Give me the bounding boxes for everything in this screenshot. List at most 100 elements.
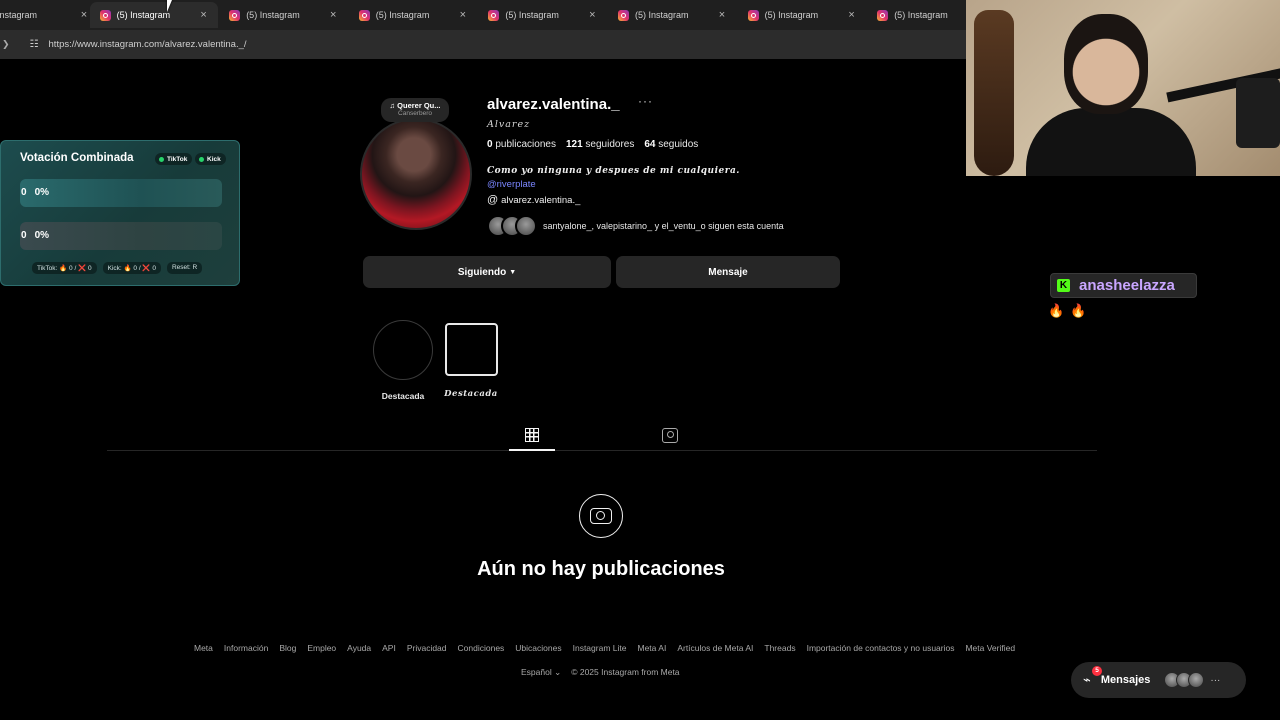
url-text[interactable]: https://www.instagram.com/alvarez.valent…	[49, 39, 247, 50]
status-dot-icon	[199, 156, 204, 162]
footer-link[interactable]: Privacidad	[407, 643, 447, 653]
footer-link[interactable]: Meta Verified	[965, 643, 1015, 653]
following-button[interactable]: Siguiendo ▼	[363, 256, 611, 288]
kick-stats: Kick: 🔥 0 / ❌ 0	[102, 262, 161, 274]
note-title: Querer Qu...	[397, 101, 441, 110]
followers-stat[interactable]: 121 seguidores	[566, 139, 634, 150]
footer-link[interactable]: Condiciones	[458, 643, 505, 653]
browser-tab[interactable]: (5) Instagram ×	[478, 2, 606, 28]
followed-by[interactable]: santyalone_, valepistarino_ y el_ventu_o…	[487, 215, 784, 237]
footer-link[interactable]: Meta	[194, 643, 213, 653]
browser-tab[interactable]: (5) Instagram ×	[349, 2, 477, 28]
language-selector[interactable]: Español ⌄	[521, 667, 561, 678]
active-tab-indicator	[509, 449, 555, 451]
browser-tab-bar: Instagram × (5) Instagram × (5) Instagram × (5…	[0, 0, 984, 30]
address-bar[interactable]: ❯ ☷ https://www.instagram.com/alvarez.va…	[0, 30, 966, 59]
following-stat[interactable]: 64 seguidos	[644, 139, 698, 150]
profile-avatar[interactable]	[360, 118, 472, 230]
footer-link[interactable]: Empleo	[307, 643, 336, 653]
tiktok-stats: TikTok: 🔥 0 / ❌ 0	[32, 262, 97, 274]
tab-title: (5) Instagram	[375, 10, 430, 20]
footer-link[interactable]: Instagram Lite	[573, 643, 627, 653]
close-icon[interactable]: ×	[78, 9, 90, 21]
highlight-item[interactable]: Destacada	[440, 320, 502, 399]
more-options-icon[interactable]: ···	[638, 94, 653, 108]
close-icon[interactable]: ×	[586, 9, 598, 21]
tab-title: (5) Instagram	[246, 10, 300, 20]
fire-emoji: 🔥🔥	[1048, 303, 1093, 318]
threads-icon: @	[487, 194, 499, 206]
footer-link[interactable]: Blog	[279, 643, 296, 653]
vote-widget: Votación Combinada TikTok Kick 0 0% 0 0% T…	[0, 140, 240, 286]
instagram-favicon-icon	[747, 9, 759, 21]
vote-stats: TikTok: 🔥 0 / ❌ 0 Kick: 🔥 0 / ❌ 0 Reset:…	[32, 262, 203, 274]
message-avatars	[1164, 672, 1205, 688]
tab-title: Instagram	[0, 10, 38, 20]
kick-logo-icon: K	[1057, 279, 1070, 292]
browser-tab[interactable]: Instagram ×	[0, 2, 98, 28]
tagged-icon[interactable]	[662, 428, 678, 443]
message-button[interactable]: Mensaje	[616, 256, 840, 288]
mouse-cursor-icon	[167, 0, 172, 12]
bio-link[interactable]: @riverplate	[487, 179, 536, 190]
avatar	[1188, 672, 1205, 688]
profile-note[interactable]: ♫ Querer Qu... Canserbero	[381, 98, 449, 122]
site-settings-icon[interactable]: ☷	[30, 39, 39, 50]
posts-stat: 0 publicaciones	[487, 139, 556, 150]
posts-grid-icon[interactable]	[525, 428, 539, 442]
instagram-favicon-icon	[877, 9, 889, 21]
browser-tab[interactable]: (5) Instagram ×	[219, 2, 347, 28]
footer-link[interactable]: Importación de contactos y no usuarios	[807, 643, 955, 653]
tab-title: (5) Instagram	[116, 10, 171, 20]
close-icon[interactable]: ×	[198, 9, 210, 21]
messenger-icon: ⌁ 5	[1083, 666, 1102, 688]
browser-tab[interactable]: (5) Instagram ×	[608, 2, 736, 28]
threads-link[interactable]: @ alvarez.valentina._	[487, 194, 580, 206]
kick-alert: K anasheelazza	[1050, 273, 1197, 298]
highlight-item[interactable]: Destacada	[372, 320, 434, 401]
footer-link[interactable]: Información	[224, 643, 268, 653]
profile-full-name: Alvarez	[487, 119, 531, 130]
webcam-feed	[966, 0, 1280, 176]
close-icon[interactable]: ×	[716, 9, 728, 21]
tab-title: (5) Instagram	[635, 10, 689, 20]
footer-link[interactable]: Ubicaciones	[515, 643, 561, 653]
browser-tab[interactable]: (5) Instagram ×	[89, 2, 218, 28]
music-icon: ♫	[389, 101, 398, 110]
tabs-divider	[107, 450, 1097, 451]
message-button-label: Mensaje	[708, 266, 748, 278]
instagram-favicon-icon	[488, 9, 500, 21]
instagram-favicon-icon	[358, 9, 370, 21]
footer-link[interactable]: Artículos de Meta AI	[677, 643, 753, 653]
close-icon[interactable]: ×	[457, 9, 469, 21]
chevron-down-icon: ▼	[509, 268, 517, 276]
close-icon[interactable]: ×	[327, 9, 339, 21]
browser-tab[interactable]: (5) Instagram ×	[738, 2, 866, 28]
profile-stats: 0 publicaciones 121 seguidores 64 seguid…	[487, 139, 698, 150]
footer-bottom: Español ⌄ © 2025 Instagram from Meta	[521, 667, 680, 678]
messages-button[interactable]: ⌁ 5 Mensajes ···	[1071, 662, 1246, 698]
highlight-cover	[373, 320, 433, 380]
close-icon[interactable]: ×	[846, 9, 858, 21]
followed-by-text: santyalone_, valepistarino_ y el_ventu_o…	[543, 221, 784, 231]
footer-link[interactable]: Threads	[764, 643, 795, 653]
chevron-down-icon: ⌄	[554, 667, 562, 677]
kick-pill: Kick	[195, 153, 226, 165]
footer-link[interactable]: API	[382, 643, 396, 653]
vote-bar-no: 0 0%	[20, 222, 222, 250]
more-icon[interactable]: ···	[1210, 675, 1220, 686]
microphone-image	[1236, 78, 1280, 148]
highlight-label: Destacada	[444, 389, 498, 399]
profile-username: alvarez.valentina._	[487, 96, 620, 113]
highlight-label: Destacada	[381, 391, 425, 401]
vote-bar-text: 0 0%	[21, 230, 50, 241]
reset-key: Reset: R	[166, 262, 203, 274]
following-button-label: Siguiendo	[457, 266, 507, 278]
highlight-cover	[444, 323, 498, 376]
footer-link[interactable]: Ayuda	[347, 643, 371, 653]
instagram-favicon-icon	[618, 9, 629, 21]
empty-posts-title: Aún no hay publicaciones	[477, 558, 725, 580]
footer-link[interactable]: Meta AI	[637, 643, 666, 653]
back-icon[interactable]: ❯	[2, 39, 10, 50]
vote-bar-text: 0 0%	[21, 187, 50, 198]
